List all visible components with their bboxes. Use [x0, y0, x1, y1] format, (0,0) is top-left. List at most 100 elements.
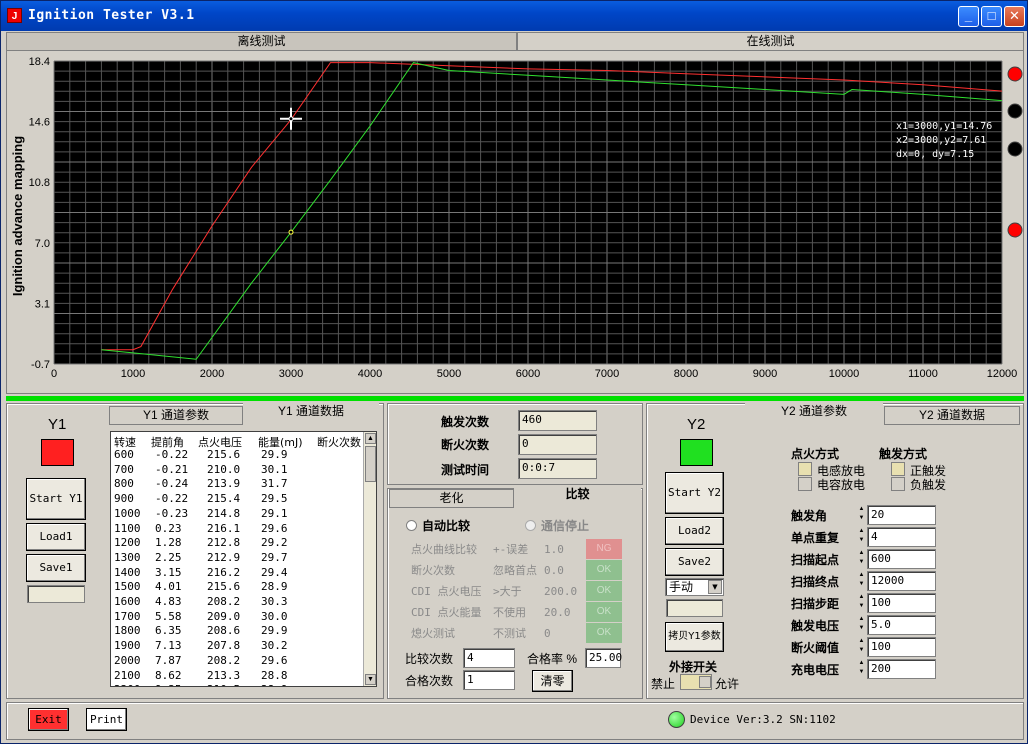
pass-count-field[interactable]: 1 [463, 670, 515, 690]
table-row[interactable]: 2200 9.35 210.5 28.9 [111, 683, 361, 686]
spinner-arrows-icon[interactable]: ▲ ▼ [857, 527, 866, 545]
y2-param-input[interactable]: 200 [867, 659, 936, 679]
compare-cell: 断火次数 [411, 564, 455, 577]
spinner-arrows-icon[interactable]: ▲ ▼ [857, 593, 866, 611]
print-button[interactable]: Print [86, 708, 127, 731]
table-row[interactable]: 1300 2.25 212.9 29.7 [111, 551, 361, 566]
table-row[interactable]: 1700 5.58 209.0 30.0 [111, 610, 361, 625]
tab-compare[interactable]: 比较 [514, 486, 641, 507]
table-row[interactable]: 1000 -0.23 214.8 29.1 [111, 507, 361, 522]
advance-chart[interactable]: 0 1000 2000 3000 4000 5000 6000 7000 8000 9000 100… [7, 51, 1025, 395]
y-tick-label: 3.1 [35, 298, 50, 310]
table-row[interactable]: 800 -0.24 213.9 31.7 [111, 477, 361, 492]
ext-switch-toggle[interactable] [680, 674, 712, 690]
test-time-label: 测试时间 [441, 463, 490, 477]
start-y2-button[interactable]: Start Y2 [665, 472, 724, 514]
tab-aging[interactable]: 老化 [389, 489, 514, 508]
maximize-button[interactable]: □ [981, 6, 1002, 27]
y2-param-label: 充电电压 [791, 663, 840, 677]
table-row[interactable]: 2100 8.62 213.3 28.8 [111, 669, 361, 684]
x-tick-label: 6000 [516, 368, 540, 380]
load1-button[interactable]: Load1 [26, 523, 86, 551]
table-cell: 1300 [114, 550, 141, 564]
scroll-down-icon[interactable]: ▼ [365, 674, 376, 685]
compare-result-cell: OK [586, 560, 622, 580]
tab-y1-params[interactable]: Y1 通道参数 [109, 406, 243, 425]
y2-param-input[interactable]: 4 [867, 527, 936, 547]
clear-button[interactable]: 清零 [532, 670, 573, 692]
tab-y2-params[interactable]: Y2 通道参数 [745, 403, 883, 425]
positive-trigger-toggle[interactable] [891, 462, 905, 476]
channel-indicator-led [1007, 222, 1023, 238]
spinner-arrows-icon[interactable]: ▲ ▼ [857, 615, 866, 633]
spinner-arrows-icon[interactable]: ▲ ▼ [857, 659, 866, 677]
table-cell: 214.8 [207, 506, 241, 520]
chevron-down-icon[interactable]: ▼ [708, 580, 722, 594]
table-row[interactable]: 1600 4.83 208.2 30.3 [111, 595, 361, 610]
disable-label: 禁止 [651, 677, 676, 691]
scroll-up-icon[interactable]: ▲ [365, 433, 376, 444]
mode-select[interactable]: 手动 ▼ [665, 578, 724, 596]
cursor-point-2 [288, 229, 294, 235]
tab-y1-data[interactable]: Y1 通道数据 [243, 403, 379, 425]
y2-param-input[interactable]: 12000 [867, 571, 936, 591]
table-row[interactable]: 700 -0.21 210.0 30.1 [111, 463, 361, 478]
y2-param-input[interactable]: 5.0 [867, 615, 936, 635]
table-cell: 30.0 [261, 609, 288, 623]
compare-count-field[interactable]: 4 [463, 648, 515, 668]
comm-stop-radio[interactable]: 通信停止 [525, 517, 589, 534]
table-row[interactable]: 1400 3.15 216.2 29.4 [111, 566, 361, 581]
y2-param-label: 扫描步距 [791, 597, 840, 611]
spinner-arrows-icon[interactable]: ▲ ▼ [857, 549, 866, 567]
close-button[interactable]: ✕ [1004, 6, 1025, 27]
copy-y1-params-button[interactable]: 拷贝Y1参数 [665, 622, 724, 652]
table-cell: 210.5 [207, 683, 240, 686]
x-tick-label: 2000 [200, 368, 224, 380]
comm-stop-label: 通信停止 [541, 519, 590, 533]
y2-param-input[interactable]: 600 [867, 549, 936, 569]
table-row[interactable]: 2000 7.87 208.2 29.6 [111, 654, 361, 669]
table-row[interactable]: 600 -0.22 215.6 29.9 [111, 448, 361, 463]
auto-compare-radio[interactable]: 自动比较 [406, 517, 470, 534]
capacitive-toggle[interactable] [798, 477, 812, 491]
spinner-arrows-icon[interactable]: ▲ ▼ [857, 505, 866, 523]
tab-y2-data[interactable]: Y2 通道数据 [884, 406, 1020, 425]
save1-button[interactable]: Save1 [26, 554, 86, 582]
table-cell: 5.58 [155, 609, 182, 623]
table-row[interactable]: 1500 4.01 215.6 28.9 [111, 580, 361, 595]
minimize-button[interactable]: _ [958, 6, 979, 27]
x-tick-label: 12000 [987, 368, 1018, 380]
tab-offline-test[interactable]: 离线测试 [6, 32, 517, 51]
table-row[interactable]: 900 -0.22 215.4 29.5 [111, 492, 361, 507]
tab-online-test[interactable]: 在线测试 [517, 32, 1024, 51]
table-row[interactable]: 1100 0.23 216.1 29.6 [111, 522, 361, 537]
status-bar [6, 702, 1024, 740]
start-y1-button[interactable]: Start Y1 [26, 478, 86, 520]
x-tick-label: 0 [51, 368, 57, 380]
y2-param-input[interactable]: 100 [867, 593, 936, 613]
compare-cell: 忽略首点 [493, 564, 537, 577]
y1-list-scrollbar[interactable]: ▲ ▼ [363, 432, 376, 686]
negative-trigger-toggle[interactable] [891, 477, 905, 491]
y2-param-input[interactable]: 20 [867, 505, 936, 525]
spinner-arrows-icon[interactable]: ▲ ▼ [857, 637, 866, 655]
exit-button[interactable]: Exit [28, 708, 69, 731]
table-row[interactable]: 1200 1.28 212.8 29.2 [111, 536, 361, 551]
x-tick-label: 7000 [595, 368, 619, 380]
compare-result-cell: OK [586, 623, 622, 643]
y1-data-list[interactable]: ▲ ▼ 转速 提前角 点火电压 能量(mJ) 断火次数 600 -0.22 215.6 29.9… [110, 431, 377, 687]
y1-title: Y1 [48, 416, 67, 433]
y2-param-input[interactable]: 100 [867, 637, 936, 657]
table-row[interactable]: 1800 6.35 208.6 29.9 [111, 624, 361, 639]
inductive-toggle[interactable] [798, 462, 812, 476]
pass-rate-field[interactable]: 25.00 [585, 648, 622, 668]
spinner-arrows-icon[interactable]: ▲ ▼ [857, 571, 866, 589]
channel-indicator-led [1007, 141, 1023, 157]
capacitive-label: 电容放电 [817, 478, 866, 492]
table-cell: 30.2 [261, 639, 288, 653]
table-row[interactable]: 1900 7.13 207.8 30.2 [111, 639, 361, 654]
save2-button[interactable]: Save2 [665, 548, 724, 576]
device-info: Device Ver:3.2 SN:1102 [690, 713, 836, 726]
load2-button[interactable]: Load2 [665, 517, 724, 545]
scroll-thumb[interactable] [365, 446, 376, 482]
